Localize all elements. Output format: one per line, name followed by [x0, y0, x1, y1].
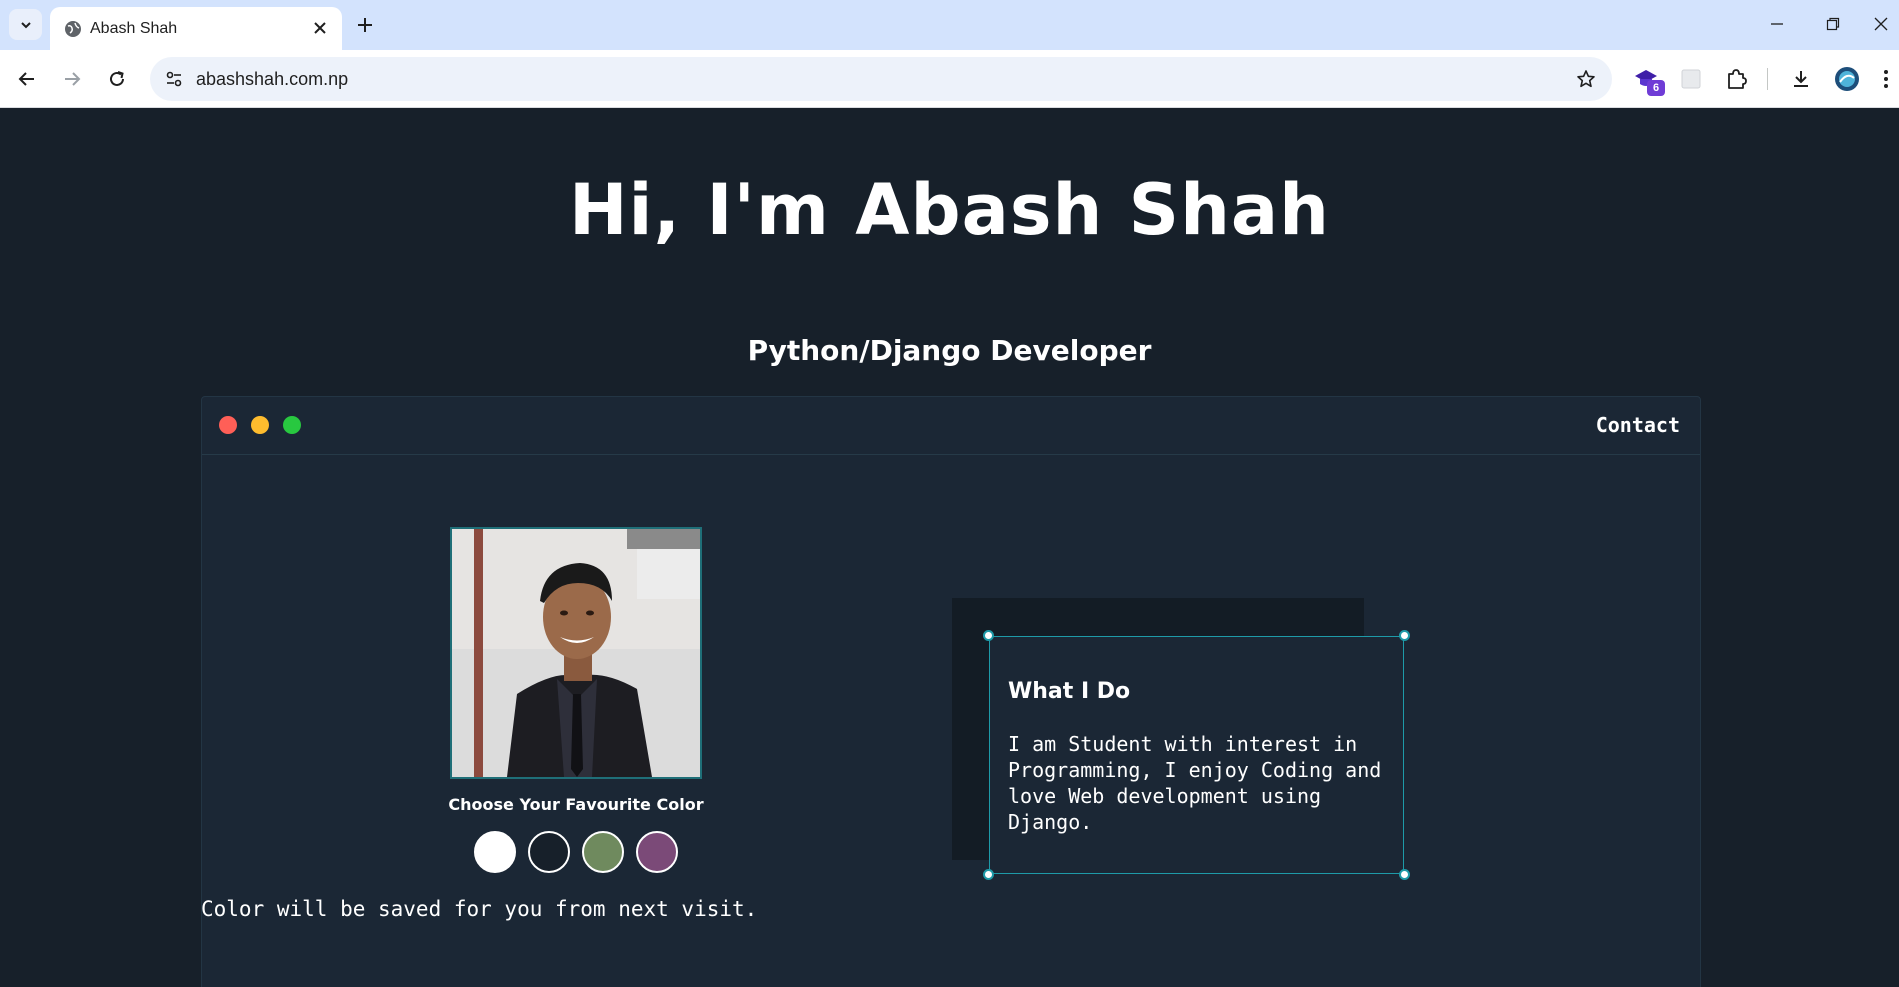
more-vertical-icon [1884, 70, 1888, 88]
extension-badge: 6 [1647, 80, 1665, 96]
terminal-window: Contact Choose Your Favourite Color Colo… [201, 396, 1701, 987]
downloads-button[interactable] [1784, 62, 1818, 96]
arrow-right-icon [65, 72, 81, 86]
choose-color-label: Choose Your Favourite Color [448, 795, 704, 814]
minimize-dot [251, 416, 269, 434]
resize-handle[interactable] [983, 630, 994, 641]
page-subtitle: Python/Django Developer [747, 334, 1152, 367]
extension-button[interactable] [1674, 62, 1708, 96]
chevron-down-icon [20, 21, 31, 28]
resize-handle[interactable] [1399, 630, 1410, 641]
address-bar[interactable]: abashshah.com.np [150, 57, 1612, 101]
site-info-button[interactable] [160, 65, 188, 93]
reload-icon [110, 71, 124, 86]
restore-icon [1826, 17, 1840, 31]
arrow-left-icon [18, 72, 34, 86]
back-button[interactable] [10, 62, 44, 96]
url-text[interactable]: abashshah.com.np [196, 69, 348, 90]
profile-photo-illustration [452, 529, 700, 777]
color-swatch-purple[interactable] [636, 831, 678, 873]
restore-button[interactable] [1808, 7, 1858, 41]
maximize-dot [283, 416, 301, 434]
active-tab[interactable]: Abash Shah [50, 7, 342, 50]
forward-button[interactable] [55, 62, 89, 96]
browser-toolbar: abashshah.com.np 6 [0, 50, 1899, 108]
close-icon [314, 22, 326, 34]
resize-handle[interactable] [1399, 869, 1410, 880]
color-swatch-green[interactable] [582, 831, 624, 873]
profile-photo [450, 527, 702, 779]
new-tab-button[interactable] [350, 11, 380, 39]
extensions-menu-button[interactable] [1719, 62, 1753, 96]
globe-icon [65, 21, 81, 37]
close-dot [219, 416, 237, 434]
avatar-icon [1835, 67, 1859, 91]
tune-icon [166, 71, 182, 87]
tab-close-button[interactable] [308, 16, 332, 40]
page-content: Hi, I'm Abash Shah Python/Django Develop… [0, 109, 1899, 987]
what-i-do-card: What I Do I am Student with interest in … [983, 630, 1410, 880]
color-swatch-dark[interactable] [528, 831, 570, 873]
window-titlebar: Contact [202, 397, 1700, 455]
extension-placeholder-icon [1681, 69, 1701, 89]
browser-menu-button[interactable] [1876, 62, 1896, 96]
bookmark-button[interactable] [1572, 65, 1600, 93]
tab-title: Abash Shah [90, 20, 178, 37]
resize-handle[interactable] [983, 869, 994, 880]
extension-button[interactable]: 6 [1629, 62, 1665, 96]
card-description: I am Student with interest in Programmin… [1008, 732, 1382, 834]
contact-link[interactable]: Contact [1596, 413, 1680, 437]
minimize-icon [1771, 23, 1783, 25]
download-icon [1794, 71, 1808, 87]
close-window-button[interactable] [1862, 7, 1899, 41]
toolbar-divider [1767, 68, 1768, 90]
plus-icon [358, 18, 372, 32]
tab-search-button[interactable] [9, 9, 42, 40]
minimize-button[interactable] [1752, 7, 1802, 41]
page-title: Hi, I'm Abash Shah [568, 169, 1331, 251]
puzzle-icon [1728, 69, 1747, 89]
star-icon [1577, 70, 1595, 88]
close-icon [1874, 17, 1887, 31]
color-save-note: Color will be saved for you from next vi… [201, 897, 758, 921]
color-swatch-white[interactable] [474, 831, 516, 873]
reload-button[interactable] [100, 62, 134, 96]
tab-strip: Abash Shah [0, 0, 1899, 50]
card-title: What I Do [1008, 679, 1131, 704]
profile-button[interactable] [1830, 62, 1864, 96]
